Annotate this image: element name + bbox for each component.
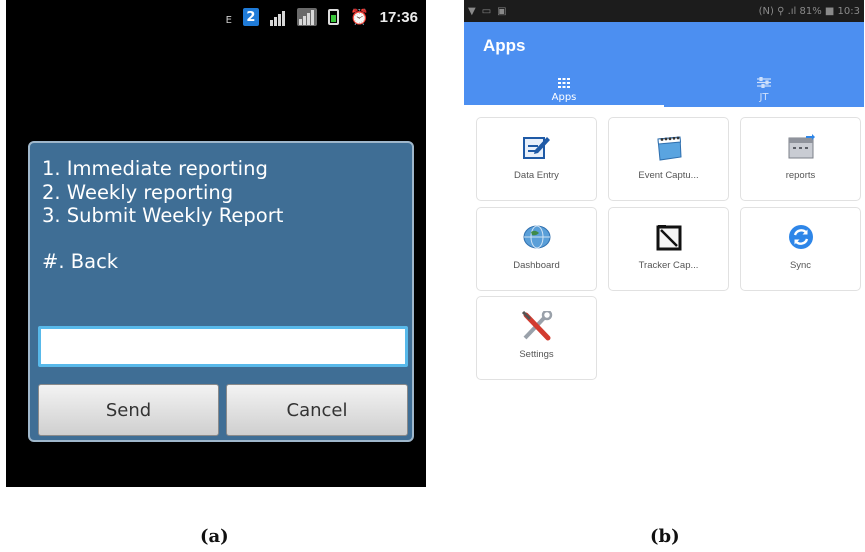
caption-b: (b) [650,526,680,547]
menu-option-2: 2. Weekly reporting [42,180,234,204]
sim-2-icon: 2 [242,8,259,26]
tab-jt[interactable]: JT [664,74,864,107]
tile-label: Settings [519,349,554,360]
data-entry-icon [522,132,551,162]
page-title: Apps [483,36,526,55]
status-bar: E 2 ⏰ 17:36 [6,0,426,34]
tile-label: Tracker Cap... [638,260,699,271]
ussd-phone-screen: E 2 ⏰ 17:36 1. Immediate reporting 2. We… [6,0,426,487]
tracker-notebook-icon [655,222,683,252]
apps-phone-screen: ▼ ▭ ▣ (N) ⚲ .ıl 81% ■ 10:3 Apps Apps JT … [464,0,864,487]
tab-indicator [464,105,664,108]
tile-label: reports [785,170,816,181]
ussd-dialog: 1. Immediate reporting 2. Weekly reporti… [28,141,414,442]
app-tile-settings[interactable]: Settings [476,296,597,380]
signal-bars-icon [269,8,286,26]
ussd-menu: 1. Immediate reporting 2. Weekly reporti… [42,157,283,273]
tools-icon [520,311,554,341]
notification-icon: ▭ [481,5,492,17]
menu-option-3: 3. Submit Weekly Report [42,204,284,227]
app-tile-dashboard[interactable]: Dashboard [476,207,597,291]
status-time: 17:36 [379,8,418,26]
app-tile-reports[interactable]: reports [740,117,861,201]
sliders-icon [757,76,771,91]
tab-apps[interactable]: Apps [464,74,664,107]
tab-apps-label: Apps [551,91,577,103]
status-bar-b: ▼ ▭ ▣ (N) ⚲ .ıl 81% ■ 10:3 [464,0,864,22]
app-tile-sync[interactable]: Sync [740,207,861,291]
send-button[interactable]: Send [38,384,219,436]
globe-icon [522,222,552,252]
app-bar: Apps Apps JT [464,22,864,107]
tab-jt-label: JT [759,92,769,103]
gallery-icon: ▣ [497,5,507,17]
caption-a: (a) [200,526,229,547]
cancel-button[interactable]: Cancel [226,384,408,436]
tile-label: Sync [789,260,812,271]
battery-icon [327,9,339,25]
tile-label: Data Entry [514,170,559,181]
menu-option-1: 1. Immediate reporting [42,157,268,180]
network-type-icon: E [225,15,232,26]
signal-bars-2-icon [296,8,317,26]
ussd-reply-input[interactable] [38,326,408,367]
calendar-icon [654,132,684,162]
tile-label: Event Captu... [638,170,699,181]
app-tile-data-entry[interactable]: Data Entry [476,117,597,201]
status-right-text: (N) ⚲ .ıl 81% ■ 10:3 [758,5,860,17]
tile-label: Dashboard [513,260,560,271]
sync-icon [788,222,814,252]
alarm-clock-icon: ⏰ [349,8,369,26]
grid-icon [558,77,570,91]
app-tile-event-capture[interactable]: Event Captu... [608,117,729,201]
reports-icon [787,132,815,162]
app-tile-tracker-capture[interactable]: Tracker Cap... [608,207,729,291]
menu-option-back: #. Back [42,249,119,273]
wifi-icon: ▼ [468,5,476,17]
